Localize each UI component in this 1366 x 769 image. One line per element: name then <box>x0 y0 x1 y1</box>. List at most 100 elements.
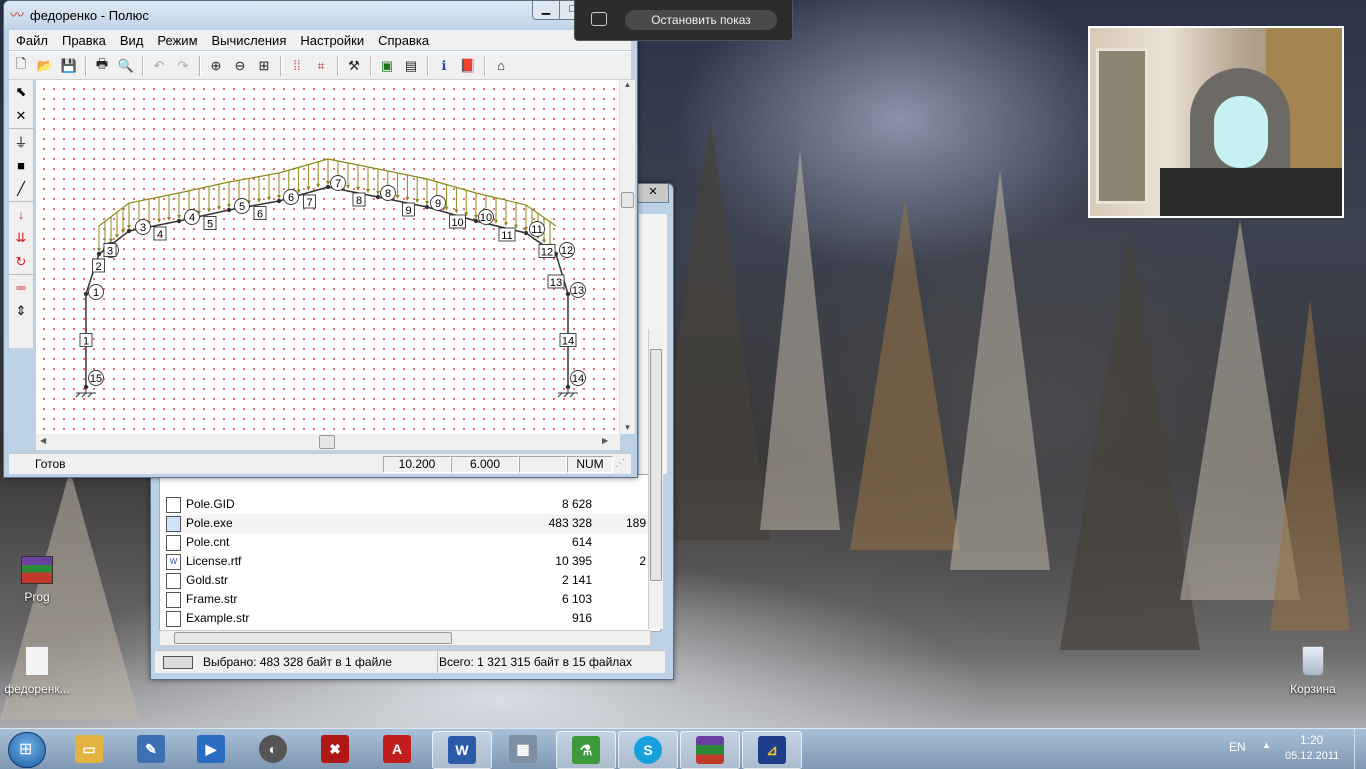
vertical-scrollbar[interactable]: ▲ ▼ <box>619 80 635 434</box>
taskbar-explorer[interactable]: ▭ <box>60 731 118 767</box>
zoom-out-icon[interactable]: ⊖ <box>229 55 251 77</box>
diagram-icon[interactable]: ▣ <box>376 55 398 77</box>
taskbar-app-4[interactable]: ◐ <box>244 731 302 767</box>
scroll-thumb[interactable] <box>319 435 335 449</box>
list-item[interactable]: Example.str 916 <box>166 609 652 627</box>
taskbar-media-player[interactable]: ▶ <box>182 731 240 767</box>
resize-grip-icon[interactable]: ⋰ <box>615 458 625 469</box>
taskbar-app-2[interactable]: ✎ <box>122 731 180 767</box>
minimize-button[interactable]: ▁ <box>532 1 560 20</box>
clock-time[interactable]: 1:20 <box>1300 733 1323 747</box>
taskbar-app-9[interactable]: ⚗ <box>556 731 616 769</box>
desktop-icon-recycle-bin[interactable]: Корзина <box>1278 646 1348 696</box>
vertical-scrollbar[interactable] <box>648 329 663 629</box>
node-label: 11 <box>531 224 542 236</box>
element-label: 5 <box>207 219 213 231</box>
zoom-fit-icon[interactable]: ⊞ <box>253 55 275 77</box>
dimension-icon[interactable]: ═ <box>9 274 33 299</box>
taskbar-word[interactable]: W <box>432 731 492 769</box>
taskbar-polus[interactable]: ⊿ <box>742 731 802 769</box>
drawing-canvas[interactable]: 1512345678910111213141234567891011121314 <box>36 80 620 434</box>
pointer-icon[interactable]: ⬉ <box>9 80 33 104</box>
horizontal-scrollbar[interactable]: ◀ ▶ <box>36 434 620 450</box>
show-desktop-button[interactable] <box>1354 729 1366 769</box>
load-arrowhead <box>504 222 508 227</box>
scroll-down-icon[interactable]: ▼ <box>620 423 635 432</box>
taskbar-autocad[interactable]: A <box>368 731 426 767</box>
undo-icon[interactable]: ↶ <box>148 55 170 77</box>
help-book-icon[interactable]: 📕 <box>457 55 479 77</box>
element-label: 7 <box>306 197 312 209</box>
list-item[interactable]: Frame.str 6 103 <box>166 590 652 609</box>
home-icon[interactable]: ⌂ <box>490 55 512 77</box>
redo-icon[interactable]: ↷ <box>172 55 194 77</box>
delete-icon[interactable]: ✕ <box>9 104 33 128</box>
file-list[interactable]: Pole.GID 8 628 Pole.exe 483 328 189 Pole… <box>159 474 661 632</box>
moment-icon[interactable]: ↻ <box>9 250 33 274</box>
menu-edit[interactable]: Правка <box>55 33 113 48</box>
desktop-icon-document[interactable]: федоренк... <box>2 646 72 696</box>
node-icon[interactable]: ■ <box>9 153 33 177</box>
table-icon[interactable]: ▤ <box>400 55 422 77</box>
open-folder-icon[interactable]: 📂 <box>34 55 56 77</box>
list-item[interactable]: Pole.GID 8 628 <box>166 495 652 514</box>
node-label: 10 <box>480 212 492 224</box>
taskbar-app-5[interactable]: ✖ <box>306 731 364 767</box>
file-icon <box>166 534 181 551</box>
zoom-in-icon[interactable]: ⊕ <box>205 55 227 77</box>
share-window-icon[interactable] <box>591 12 607 26</box>
element-label: 3 <box>107 246 113 258</box>
print-icon[interactable]: 🖶 <box>91 55 113 77</box>
info-icon[interactable]: ℹ <box>433 55 455 77</box>
node-point <box>473 218 479 224</box>
scroll-right-icon[interactable]: ▶ <box>602 436 608 445</box>
node-point <box>276 198 282 204</box>
menu-settings[interactable]: Настройки <box>293 33 371 48</box>
close-button[interactable]: ✕ <box>637 184 669 203</box>
horizontal-scrollbar[interactable] <box>159 630 651 646</box>
scroll-thumb[interactable] <box>650 349 662 581</box>
menu-view[interactable]: Вид <box>113 33 151 48</box>
new-file-icon[interactable]: 🗋 <box>10 55 32 77</box>
node-label: 6 <box>288 192 294 204</box>
tree <box>1060 230 1200 650</box>
menu-mode[interactable]: Режим <box>150 33 204 48</box>
menu-calculations[interactable]: Вычисления <box>205 33 294 48</box>
stop-sharing-button[interactable]: Остановить показ <box>625 10 777 30</box>
list-item[interactable]: Pole.cnt 614 <box>166 533 652 552</box>
hammer-icon[interactable]: ⚒ <box>343 55 365 77</box>
taskbar-calculator[interactable]: ▦ <box>494 731 552 767</box>
scale-icon[interactable]: ⇕ <box>9 299 33 323</box>
list-item[interactable]: Pole.exe 483 328 189 <box>166 514 652 533</box>
scroll-up-icon[interactable]: ▲ <box>620 80 635 89</box>
divider <box>280 55 281 76</box>
distributed-load-icon[interactable]: ⇊ <box>9 226 33 250</box>
clock-date[interactable]: 05.12.2011 <box>1285 750 1339 762</box>
start-button[interactable]: ⊞ <box>8 732 46 768</box>
grid-icon[interactable]: ⁞⁞ <box>286 55 308 77</box>
load-arrowhead <box>425 201 429 205</box>
list-item[interactable]: Gold.str 2 141 <box>166 571 652 590</box>
node-point <box>375 194 381 200</box>
taskbar-winrar[interactable] <box>680 731 740 769</box>
file-size: 916 <box>571 611 592 625</box>
node-label: 8 <box>385 188 391 200</box>
save-icon[interactable]: 💾 <box>58 55 80 77</box>
list-item[interactable]: W License.rtf 10 395 2 <box>166 552 652 571</box>
snap-icon[interactable]: ⌗ <box>310 55 332 77</box>
element-icon[interactable]: ╱ <box>9 177 33 201</box>
language-indicator[interactable]: EN <box>1229 740 1246 754</box>
menu-help[interactable]: Справка <box>371 33 436 48</box>
polus-window[interactable]: 〰 федоренко - Полюс ▁ □ ✕ Файл Правка Ви… <box>3 0 638 478</box>
menu-file[interactable]: Файл <box>9 33 55 48</box>
print-preview-icon[interactable]: 🔍 <box>115 55 137 77</box>
point-load-icon[interactable]: ↓ <box>9 201 33 226</box>
desktop-icon-prog[interactable]: Prog <box>2 556 72 604</box>
scroll-thumb[interactable] <box>621 192 634 208</box>
webcam-preview <box>1088 26 1344 218</box>
taskbar-skype[interactable]: S <box>618 731 678 769</box>
scroll-thumb[interactable] <box>174 632 452 644</box>
scroll-left-icon[interactable]: ◀ <box>40 436 46 445</box>
tray-expand-icon[interactable]: ▲ <box>1262 740 1271 750</box>
support-icon[interactable]: ⏚ <box>9 128 33 153</box>
